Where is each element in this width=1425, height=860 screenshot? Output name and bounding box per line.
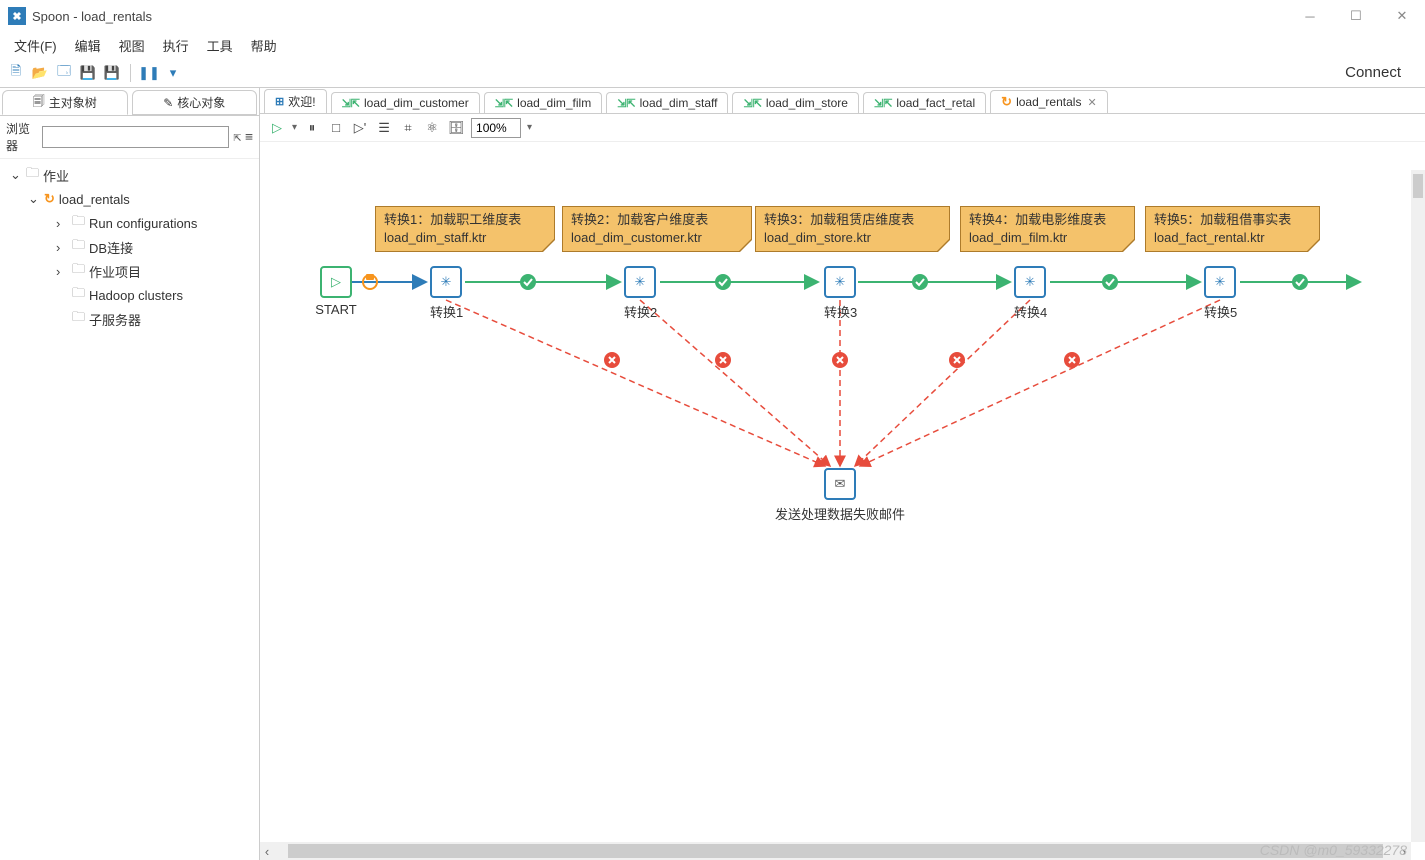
node-start[interactable]: ▷START (304, 266, 368, 317)
replay-icon[interactable]: ▷' (351, 119, 369, 137)
search-input[interactable] (42, 126, 229, 148)
horizontal-scrollbar[interactable]: ‹› (260, 842, 1411, 860)
pause-icon[interactable]: ⏸ (303, 119, 321, 137)
note-2[interactable]: 转换2：加载客户维度表load_dim_customer.ktr (562, 206, 752, 252)
impact-icon[interactable]: ⚛ (423, 119, 441, 137)
tree-root-job[interactable]: ⌄🗀作业 (0, 163, 259, 187)
expand-icon[interactable]: ⇱ (233, 130, 241, 145)
tab-load-dim-customer[interactable]: ⇲⇱load_dim_customer (331, 92, 480, 113)
job-icon: ↻ (44, 191, 55, 207)
transformation-icon: ⇲⇱ (617, 97, 635, 110)
transformation-icon: ✳ (1204, 266, 1236, 298)
tab-load-fact-retal[interactable]: ⇲⇱load_fact_retal (863, 92, 986, 113)
run-dropdown-icon[interactable]: ▾ (292, 122, 297, 133)
content-area: ⊞欢迎! ⇲⇱load_dim_customer ⇲⇱load_dim_film… (260, 88, 1425, 860)
tree-job-load-rentals[interactable]: ⌄↻load_rentals (0, 187, 259, 211)
perspective-icon[interactable]: ❚❚ (139, 63, 159, 83)
menu-edit[interactable]: 编辑 (67, 34, 109, 57)
pencil-icon: ✎ (163, 96, 173, 110)
tab-load-dim-staff[interactable]: ⇲⇱load_dim_staff (606, 92, 728, 113)
canvas-toolbar: ▷ ▾ ⏸ □ ▷' ☰ ⌗ ⚛ 🗄 ▾ (260, 114, 1425, 142)
transformation-icon: ✳ (624, 266, 656, 298)
node-transform-3[interactable]: ✳转换3 (824, 266, 856, 321)
sidebar-tab-core[interactable]: ✎ 核心对象 (132, 90, 258, 115)
watermark: CSDN @m0_59332278 (1260, 842, 1407, 858)
tab-load-dim-film[interactable]: ⇲⇱load_dim_film (484, 92, 602, 113)
note-3[interactable]: 转换3：加载租赁店维度表load_dim_store.ktr (755, 206, 950, 252)
sql-icon[interactable]: ⌗ (399, 119, 417, 137)
node-transform-4[interactable]: ✳转换4 (1014, 266, 1046, 321)
open-file-icon[interactable]: 📂 (30, 63, 50, 83)
tab-load-dim-store[interactable]: ⇲⇱load_dim_store (732, 92, 859, 113)
zoom-input[interactable] (471, 118, 521, 138)
job-icon: ↻ (1001, 94, 1012, 110)
folder-icon: 🗀 (72, 212, 85, 234)
zoom-dropdown-icon[interactable]: ▾ (527, 122, 532, 133)
node-transform-5[interactable]: ✳转换5 (1204, 266, 1236, 321)
tree-item-slave[interactable]: ›🗀子服务器 (0, 307, 259, 331)
tree-item-hadoop[interactable]: ›🗀Hadoop clusters (0, 283, 259, 307)
run-icon[interactable]: ▷ (268, 119, 286, 137)
mail-icon: ✉ (824, 468, 856, 500)
collapse-icon[interactable]: ≡ (245, 130, 253, 145)
menubar: 文件(F) 编辑 视图 执行 工具 帮助 (0, 32, 1425, 58)
preview-icon[interactable]: ☰ (375, 119, 393, 137)
tree-item-job-entries[interactable]: ›🗀作业项目 (0, 259, 259, 283)
tab-load-rentals[interactable]: ↻load_rentals✕ (990, 90, 1108, 113)
menu-help[interactable]: 帮助 (243, 34, 285, 57)
save-icon[interactable]: 💾 (78, 63, 98, 83)
menu-file[interactable]: 文件(F) (6, 34, 65, 57)
node-mail[interactable]: ✉发送处理数据失败邮件 (770, 468, 910, 523)
node-transform-2[interactable]: ✳转换2 (624, 266, 656, 321)
sidebar: 🗐 主对象树 ✎ 核心对象 浏览器 ⇱ ≡ ⌄🗀作业 ⌄↻load_rental… (0, 88, 260, 860)
object-tree: ⌄🗀作业 ⌄↻load_rentals ›🗀Run configurations… (0, 159, 259, 335)
save-as-icon[interactable]: 💾 (102, 63, 122, 83)
transformation-icon: ⇲⇱ (495, 97, 513, 110)
stop-icon[interactable]: □ (327, 119, 345, 137)
maximize-button[interactable]: ☐ (1333, 0, 1379, 32)
tab-welcome[interactable]: ⊞欢迎! (264, 89, 327, 113)
tree-icon: 🗐 (33, 92, 45, 113)
vertical-scrollbar[interactable] (1411, 170, 1425, 842)
note-5[interactable]: 转换5：加载租借事实表load_fact_rental.ktr (1145, 206, 1320, 252)
transformation-icon: ⇲⇱ (743, 97, 761, 110)
folder-icon: 🗀 (72, 284, 85, 306)
close-button[interactable]: ✕ (1379, 0, 1425, 32)
job-canvas[interactable]: 转换1：加载职工维度表load_dim_staff.ktr 转换2：加载客户维度… (260, 142, 1425, 860)
transformation-icon: ⇲⇱ (874, 97, 892, 110)
connect-link[interactable]: Connect (1345, 64, 1419, 81)
transformation-icon: ✳ (824, 266, 856, 298)
node-transform-1[interactable]: ✳转换1 (430, 266, 462, 321)
folder-icon: 🗀 (72, 236, 85, 258)
folder-icon: 🗀 (72, 308, 85, 330)
start-icon: ▷ (320, 266, 352, 298)
explore-icon[interactable]: 🗔 (54, 63, 74, 83)
menu-execute[interactable]: 执行 (155, 34, 197, 57)
tree-item-run-configs[interactable]: ›🗀Run configurations (0, 211, 259, 235)
dropdown-icon[interactable]: ▾ (163, 63, 183, 83)
sidebar-tab-main[interactable]: 🗐 主对象树 (2, 90, 128, 115)
note-4[interactable]: 转换4：加载电影维度表load_dim_film.ktr (960, 206, 1135, 252)
app-logo-icon: ✖ (8, 7, 26, 25)
transformation-icon: ✳ (430, 266, 462, 298)
editor-tabs: ⊞欢迎! ⇲⇱load_dim_customer ⇲⇱load_dim_film… (260, 88, 1425, 114)
close-icon[interactable]: ✕ (1087, 96, 1096, 109)
db-icon[interactable]: 🗄 (447, 119, 465, 137)
main-toolbar: 🗎 📂 🗔 💾 💾 ❚❚ ▾ Connect (0, 58, 1425, 88)
transformation-icon: ✳ (1014, 266, 1046, 298)
window-title: Spoon - load_rentals (32, 9, 152, 24)
folder-icon: 🗀 (26, 164, 39, 186)
minimize-button[interactable]: ─ (1287, 0, 1333, 32)
toolbar-divider (130, 64, 131, 82)
titlebar: ✖ Spoon - load_rentals ─ ☐ ✕ (0, 0, 1425, 32)
menu-view[interactable]: 视图 (111, 34, 153, 57)
folder-icon: 🗀 (72, 260, 85, 282)
menu-tools[interactable]: 工具 (199, 34, 241, 57)
transformation-icon: ⇲⇱ (342, 97, 360, 110)
tree-item-db[interactable]: ›🗀DB连接 (0, 235, 259, 259)
note-1[interactable]: 转换1：加载职工维度表load_dim_staff.ktr (375, 206, 555, 252)
new-file-icon[interactable]: 🗎 (6, 63, 26, 83)
search-label: 浏览器 (6, 120, 38, 154)
